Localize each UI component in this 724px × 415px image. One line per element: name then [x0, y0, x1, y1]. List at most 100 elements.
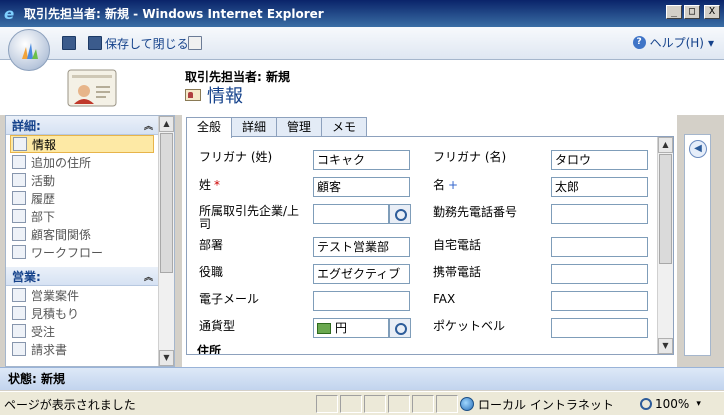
given-name-kana-input[interactable]: タロウ	[551, 150, 648, 170]
nav-section-details-header[interactable]: 詳細: ︽	[6, 116, 159, 135]
lookup-icon[interactable]	[389, 318, 411, 338]
maximize-button[interactable]: □	[684, 5, 700, 19]
scroll-down-arrow[interactable]: ▼	[658, 338, 673, 354]
page-title-text: 情報	[207, 86, 243, 107]
job-title-input[interactable]: エグゼクティブ	[313, 264, 410, 284]
last-name-input[interactable]: 顧客	[313, 177, 410, 197]
nav-section-sales-header[interactable]: 営業: ︽	[6, 267, 159, 286]
window-title: 取引先担当者: 新規 - Windows Internet Explorer	[24, 7, 324, 21]
collapse-icon[interactable]: ︽	[144, 119, 153, 132]
status-label: 状態:	[8, 372, 37, 386]
crm-logo	[8, 29, 50, 71]
nav-item-history[interactable]: 履歴	[6, 189, 159, 207]
nav-item-orders[interactable]: 受注	[6, 322, 159, 340]
field-label-job-title: 役職	[199, 265, 224, 279]
nav-item-label: 受注	[31, 324, 56, 339]
nav-item-activities[interactable]: 活動	[6, 171, 159, 189]
close-button[interactable]: X	[704, 5, 720, 19]
business-phone-input[interactable]	[551, 204, 648, 224]
lookup-icon[interactable]	[389, 204, 411, 224]
nav-item-info[interactable]: 情報	[10, 135, 154, 153]
page-title: 情報	[185, 82, 243, 108]
zoom-level: 100%	[655, 397, 690, 411]
nav-item-subordinates[interactable]: 部下	[6, 207, 159, 225]
field-label-fax: FAX	[433, 292, 456, 306]
minimize-button[interactable]: _	[666, 5, 682, 19]
scroll-thumb[interactable]	[160, 133, 173, 273]
nav-item-more-addresses[interactable]: 追加の住所	[6, 153, 159, 171]
order-icon	[12, 324, 26, 338]
tab-strip: 全般 詳細 管理 メモ	[186, 117, 368, 138]
tab-administration[interactable]: 管理	[276, 117, 323, 137]
chevron-down-icon: ▾	[707, 35, 714, 50]
relationship-icon	[12, 227, 26, 241]
parent-customer-input[interactable]	[313, 204, 389, 224]
nav-scrollbar[interactable]: ▲ ▼	[158, 116, 174, 366]
nav-item-workflows[interactable]: ワークフロー	[6, 243, 159, 261]
nav-item-label: 履歴	[31, 191, 56, 206]
tab-details[interactable]: 詳細	[231, 117, 278, 137]
chevron-down-icon: ▾	[696, 399, 701, 409]
status-segment	[316, 395, 338, 413]
zoom-icon	[640, 398, 652, 410]
form-header: 取引先担当者: 新規 情報	[0, 60, 724, 115]
help-label: ヘルプ(H)	[649, 36, 704, 50]
print-icon	[188, 36, 202, 50]
email-input[interactable]	[313, 291, 410, 311]
field-label-department: 部署	[199, 238, 224, 252]
print-button[interactable]	[188, 34, 202, 52]
save-icon	[62, 36, 76, 50]
nav-item-relationships[interactable]: 顧客間関係	[6, 225, 159, 243]
card-icon	[13, 137, 27, 151]
nav-item-label: 部下	[31, 209, 56, 224]
internet-explorer-icon: e	[4, 4, 15, 23]
scroll-up-arrow[interactable]: ▲	[159, 116, 174, 132]
required-mark: *	[214, 178, 221, 192]
department-input[interactable]: テスト営業部	[313, 237, 410, 257]
last-name-kana-input[interactable]: コキャク	[313, 150, 410, 170]
opportunity-icon	[12, 288, 26, 302]
field-label-given-name-kana: フリガナ (名)	[433, 150, 507, 164]
nav-item-label: 営業案件	[31, 288, 80, 303]
field-label-last-name: 姓 *	[199, 178, 221, 192]
tab-general[interactable]: 全般	[186, 117, 233, 138]
window-titlebar: e 取引先担当者: 新規 - Windows Internet Explorer…	[0, 0, 724, 27]
save-button[interactable]	[62, 34, 76, 52]
form-area: 全般 詳細 管理 メモ フリガナ (姓) コキャク フリガナ (名) タロウ 姓…	[182, 115, 677, 367]
scroll-down-arrow[interactable]: ▼	[159, 350, 174, 366]
nav-section-title: 営業:	[12, 269, 41, 284]
save-close-icon	[88, 36, 102, 50]
field-label-pager: ポケットベル	[433, 319, 506, 333]
globe-icon	[460, 397, 474, 411]
zoom-control[interactable]: 100% ▾	[640, 395, 701, 413]
help-menu[interactable]: ? ヘルプ(H) ▾	[632, 34, 714, 51]
field-label-parent-customer: 所属取引先企業/上司	[199, 204, 300, 231]
security-zone[interactable]: ローカル イントラネット	[460, 395, 614, 413]
mobile-phone-input[interactable]	[551, 264, 648, 284]
window-controls: _ □ X	[666, 5, 720, 19]
collapse-icon[interactable]: ︽	[144, 270, 153, 283]
field-label-home-phone: 自宅電話	[433, 238, 482, 252]
fax-input[interactable]	[551, 291, 648, 311]
save-and-close-button[interactable]: 保存して閉じる	[88, 34, 189, 52]
first-name-input[interactable]: 太郎	[551, 177, 648, 197]
scroll-thumb[interactable]	[659, 154, 672, 264]
nav-item-invoices[interactable]: 請求書	[6, 340, 159, 358]
activity-icon	[12, 173, 26, 187]
nav-item-label: 情報	[32, 137, 57, 152]
toolbar: 保存して閉じる ? ヘルプ(H) ▾	[0, 27, 724, 60]
nav-item-label: 追加の住所	[31, 155, 92, 170]
currency-input[interactable]: 円	[313, 318, 389, 338]
field-label-mobile-phone: 携帯電話	[433, 265, 482, 279]
crm-logo-icon	[22, 43, 38, 59]
nav-item-opportunities[interactable]: 営業案件	[6, 286, 159, 304]
scroll-up-arrow[interactable]: ▲	[658, 137, 673, 153]
nav-item-quotes[interactable]: 見積もり	[6, 304, 159, 322]
status-segment	[340, 395, 362, 413]
pager-input[interactable]	[551, 318, 648, 338]
expand-pane-icon[interactable]: ◀	[689, 140, 707, 158]
tab-notes[interactable]: メモ	[321, 117, 368, 137]
workflow-icon	[12, 245, 26, 259]
home-phone-input[interactable]	[551, 237, 648, 257]
form-scrollbar[interactable]: ▲ ▼	[657, 137, 673, 354]
